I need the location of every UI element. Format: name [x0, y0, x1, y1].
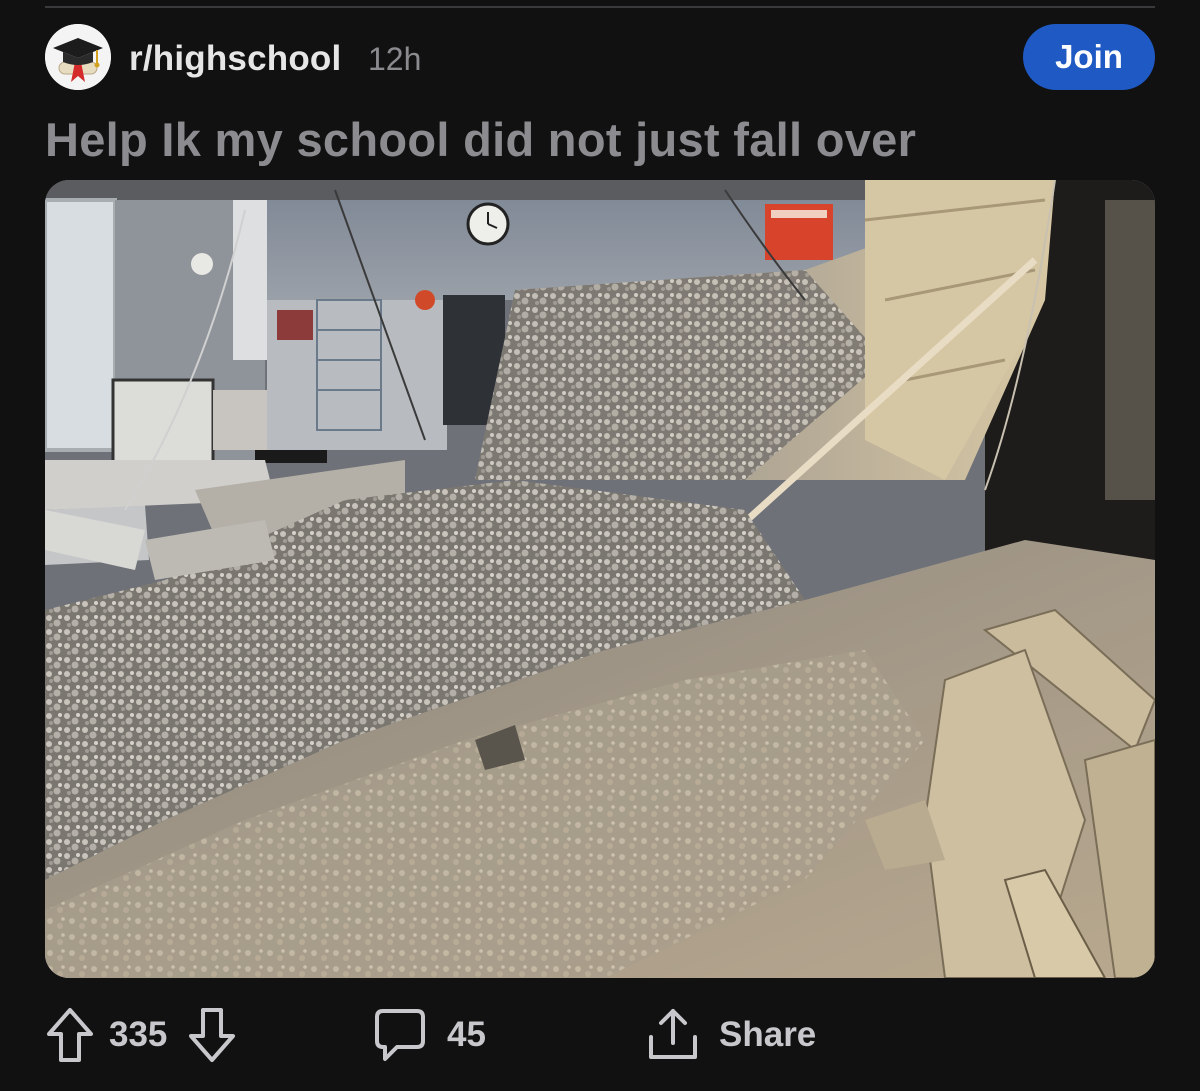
vote-group: 335 [45, 1000, 237, 1070]
share-label: Share [719, 1015, 817, 1054]
speech-bubble-icon [375, 1009, 425, 1061]
share-icon [649, 1009, 697, 1059]
post-actions: 335 45 Share [45, 1000, 1155, 1070]
collapsed-classroom-photo [45, 180, 1155, 978]
graduation-cap-icon [45, 24, 111, 90]
share-button[interactable]: Share [647, 1000, 816, 1070]
post-image[interactable] [45, 180, 1155, 978]
post-card: r/highschool 12h Join Help Ik my school … [0, 0, 1200, 1091]
arrow-up-icon [47, 1008, 93, 1062]
downvote-button[interactable] [187, 1006, 237, 1064]
divider [45, 6, 1155, 8]
post-title[interactable]: Help Ik my school did not just fall over [45, 112, 1155, 167]
post-timestamp: 12h [368, 41, 422, 77]
upvote-button[interactable] [45, 1006, 95, 1064]
subreddit-name[interactable]: r/highschool [129, 39, 341, 79]
comment-count: 45 [447, 1015, 486, 1054]
vote-count: 335 [109, 1015, 168, 1054]
subreddit-avatar[interactable] [45, 24, 111, 90]
comments-button[interactable]: 45 [373, 1000, 486, 1070]
arrow-down-icon [189, 1008, 236, 1062]
post-header: r/highschool 12h Join [45, 24, 1155, 94]
join-button[interactable]: Join [1023, 24, 1155, 90]
